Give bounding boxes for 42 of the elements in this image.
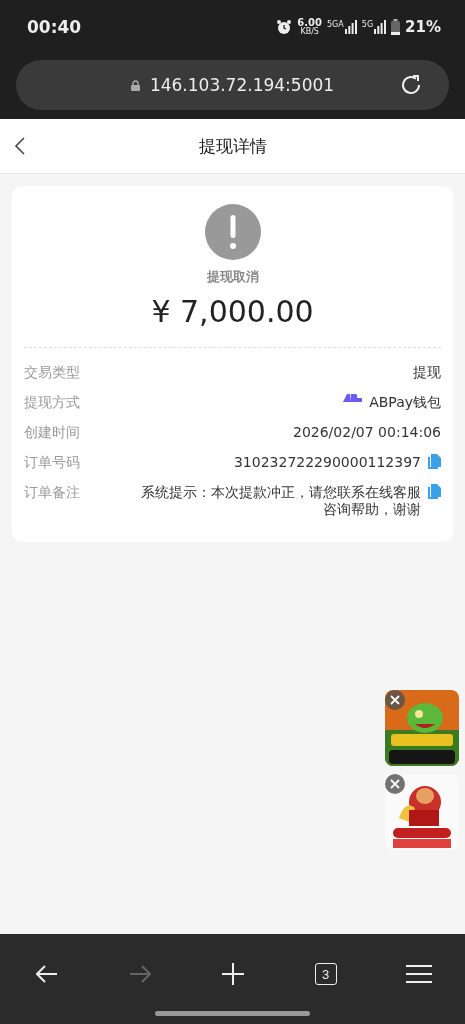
forward-arrow-icon — [128, 965, 151, 983]
copy-icon[interactable] — [427, 484, 441, 499]
back-arrow-icon — [35, 965, 58, 983]
detail-value: 2026/02/07 00:14:06 — [292, 424, 441, 441]
network-speed: 6.00 — [297, 18, 323, 28]
battery-percent: 21% — [405, 18, 441, 36]
page-title: 提现详情 — [198, 134, 267, 158]
network-type: 5GA — [327, 20, 344, 29]
address-bar[interactable]: 146.103.72.194:5001 — [16, 60, 449, 110]
amount: ¥ 7,000.00 — [151, 294, 314, 329]
tab-count: 3 — [314, 963, 337, 985]
wallet-logo-icon — [343, 394, 364, 402]
detail-value: 提现 — [413, 364, 441, 381]
back-chevron-icon[interactable] — [14, 137, 26, 155]
status-label: 提现取消 — [206, 268, 259, 286]
copy-icon[interactable] — [427, 454, 441, 469]
menu-icon — [405, 964, 432, 984]
detail-value: 系统提示：本次提款冲正，请您联系在线客服咨询帮助，谢谢 — [140, 484, 421, 518]
close-icon — [390, 695, 400, 705]
close-button[interactable] — [385, 774, 405, 794]
signal-icon — [344, 20, 357, 34]
detail-value: ABPay钱包 — [369, 394, 441, 411]
network-type: 5G — [361, 20, 374, 29]
detail-label: 订单备注 — [24, 484, 80, 502]
lock-icon — [130, 79, 140, 91]
detail-value: 310232722290000112397 — [233, 454, 421, 471]
battery-icon — [391, 19, 401, 35]
reload-icon[interactable] — [399, 73, 423, 97]
tabs-button[interactable]: 3 — [303, 954, 348, 994]
clock-time: 00:40 — [27, 17, 83, 37]
speed-unit: KB/S — [300, 28, 319, 36]
close-button[interactable] — [385, 690, 405, 710]
close-icon — [390, 779, 400, 789]
signal-icon — [374, 20, 387, 34]
alarm-clock-icon — [276, 19, 293, 35]
plus-icon — [221, 963, 244, 985]
url-text: 146.103.72.194:5001 — [149, 75, 335, 95]
detail-label: 提现方式 — [24, 394, 80, 412]
detail-label: 创建时间 — [24, 424, 80, 442]
exclamation-icon — [204, 204, 261, 260]
detail-label: 订单号码 — [24, 454, 80, 472]
detail-label: 交易类型 — [24, 364, 80, 382]
